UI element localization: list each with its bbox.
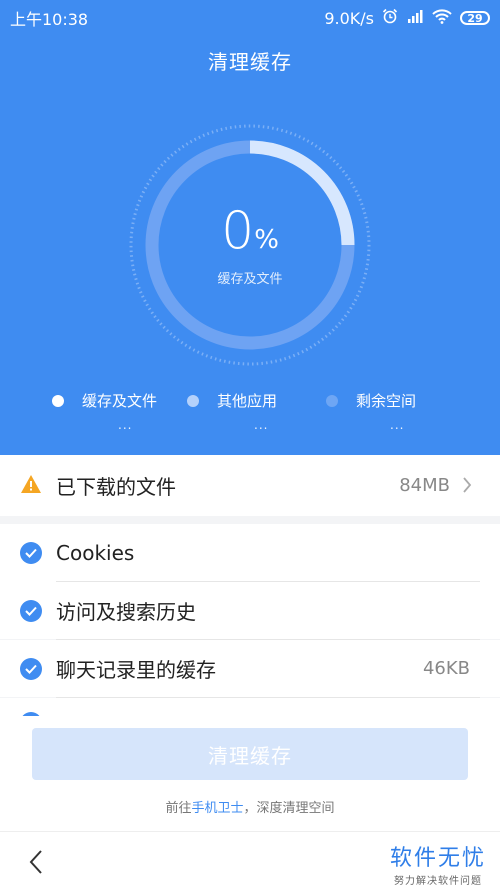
chevron-right-icon: [462, 476, 472, 498]
gauge-percent: 0%: [0, 205, 500, 257]
wifi-icon: [432, 8, 452, 28]
legend-value: ...: [390, 418, 405, 432]
list-item-partial[interactable]: [0, 698, 500, 734]
bottom-action-panel: 清理缓存 前往手机卫士，深度清理空间: [0, 716, 500, 831]
clock: 上午10:38: [10, 10, 89, 29]
header-panel: 上午10:38 9.0K/s 29 清理缓存 0% 缓存及文件 缓存及文件 ..…: [0, 0, 500, 455]
back-icon[interactable]: [28, 849, 44, 879]
phone-guard-link[interactable]: 手机卫士: [191, 801, 243, 816]
alarm-icon: [382, 8, 398, 28]
gauge-label: 缓存及文件: [217, 272, 283, 287]
downloads-row[interactable]: 已下载的文件 84MB: [0, 455, 500, 516]
watermark-logo: 软件无忧 努力解决软件问题: [390, 840, 486, 887]
legend-value: ...: [118, 418, 133, 432]
legend-dot: [326, 394, 338, 407]
list-item-cookies[interactable]: Cookies: [0, 524, 500, 582]
legend-value: ...: [254, 418, 269, 432]
legend-label: 其他应用: [217, 392, 278, 410]
legend-dot: [52, 394, 64, 407]
list-item-chat-cache[interactable]: 聊天记录里的缓存 46KB: [0, 640, 500, 697]
signal-hd-icon: [406, 8, 424, 28]
hint-suffix: ，深度清理空间: [243, 801, 335, 816]
hint-prefix: 前往: [165, 801, 192, 816]
security-hint: 前往手机卫士，深度清理空间: [0, 797, 500, 816]
list-item-size: 46KB: [422, 658, 470, 679]
downloads-label: 已下载的文件: [56, 475, 176, 499]
downloads-size: 84MB: [399, 475, 450, 496]
page-title: 清理缓存: [208, 50, 292, 74]
list-item-label: Cookies: [56, 541, 135, 565]
legend-other-apps: 其他应用: [187, 390, 277, 411]
legend-free-space: 剩余空间: [326, 390, 416, 411]
watermark-title: 软件无忧: [389, 846, 486, 871]
checkbox-checked-icon[interactable]: [20, 542, 42, 564]
warning-icon: [20, 474, 42, 498]
legend-label: 缓存及文件: [82, 392, 158, 410]
checkbox-checked-icon[interactable]: [20, 657, 42, 680]
percent-number: 0: [221, 201, 255, 261]
legend-dot: [187, 394, 199, 407]
network-speed: 9.0K/s: [324, 8, 374, 28]
list-item-label: 聊天记录里的缓存: [56, 658, 216, 682]
percent-sign: %: [254, 225, 279, 255]
checkbox-checked-icon[interactable]: [20, 599, 42, 622]
bottom-nav-bar: 软件无忧 努力解决软件问题: [0, 831, 500, 890]
battery-icon: 29: [460, 11, 490, 25]
status-bar: 上午10:38 9.0K/s 29: [0, 0, 500, 36]
list-item-label: 访问及搜索历史: [56, 600, 196, 624]
watermark-subtitle: 努力解决软件问题: [393, 876, 482, 887]
list-item-history[interactable]: 访问及搜索历史: [0, 582, 500, 639]
clean-cache-button[interactable]: 清理缓存: [32, 728, 468, 780]
legend-label: 剩余空间: [356, 392, 417, 410]
legend-cache: 缓存及文件: [52, 390, 157, 411]
